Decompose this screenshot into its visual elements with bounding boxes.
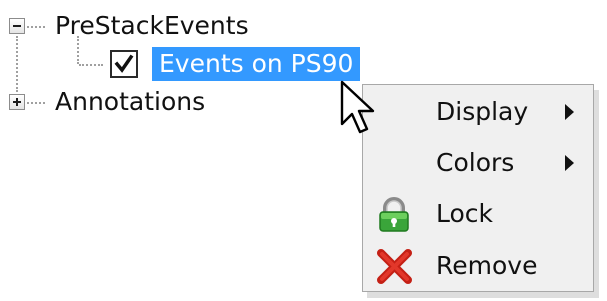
menu-item-label: Colors xyxy=(436,148,515,177)
tree-connector xyxy=(16,36,18,92)
collapse-icon[interactable] xyxy=(9,18,25,34)
menu-item-display[interactable]: Display xyxy=(363,86,593,138)
tree-connector xyxy=(27,102,45,104)
submenu-arrow-icon xyxy=(565,155,574,171)
tree-node-events-on-ps90[interactable]: Events on PS90 xyxy=(152,47,361,81)
tree-connector xyxy=(79,64,103,66)
red-x-icon xyxy=(375,248,413,290)
checkmark-icon xyxy=(114,54,134,73)
events-checkbox[interactable] xyxy=(110,50,138,78)
submenu-arrow-icon xyxy=(565,104,574,120)
expand-icon[interactable] xyxy=(9,94,25,110)
padlock-icon xyxy=(375,196,413,238)
context-menu: Display Colors Lock Remove xyxy=(362,84,594,292)
menu-item-lock[interactable]: Lock xyxy=(363,188,593,240)
tree-connector xyxy=(77,36,79,64)
menu-item-label: Display xyxy=(436,97,529,126)
menu-item-label: Remove xyxy=(436,251,538,280)
tree-node-prestackevents[interactable]: PreStackEvents xyxy=(55,11,249,41)
tree-node-annotations[interactable]: Annotations xyxy=(55,87,205,117)
menu-item-label: Lock xyxy=(436,199,494,228)
menu-item-colors[interactable]: Colors xyxy=(363,137,593,189)
menu-item-remove[interactable]: Remove xyxy=(363,240,593,292)
tree-connector xyxy=(27,26,45,28)
arrow-cursor-icon xyxy=(340,80,376,140)
